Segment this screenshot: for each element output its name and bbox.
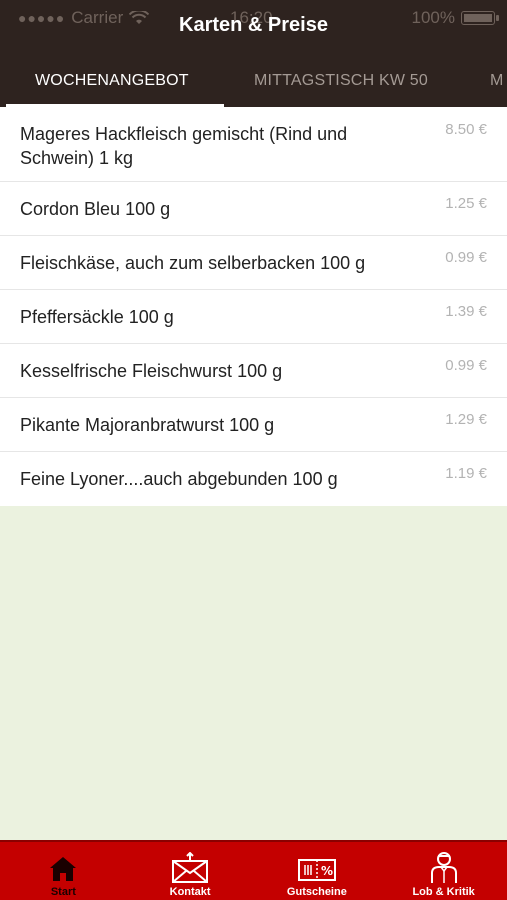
item-price: 1.29 € [445, 411, 487, 428]
list-item[interactable]: Mageres Hackfleisch gemischt (Rind und S… [0, 107, 507, 182]
price-list: Mageres Hackfleisch gemischt (Rind und S… [0, 107, 507, 506]
item-name: Kesselfrische Fleischwurst 100 g [20, 360, 283, 381]
item-price: 1.19 € [445, 465, 487, 482]
item-price: 0.99 € [445, 357, 487, 374]
tab-bar-top: WOCHENANGEBOT MITTAGSTISCH KW 50 M [0, 40, 507, 107]
list-item[interactable]: Kesselfrische Fleischwurst 100 g 0.99 € [0, 344, 507, 398]
item-name: Fleischkäse, auch zum selberbacken 100 g [20, 252, 366, 273]
house-icon [50, 857, 77, 881]
list-item[interactable]: Pfeffersäckle 100 g 1.39 € [0, 290, 507, 344]
tab-mittagstisch[interactable]: MITTAGSTISCH KW 50 [254, 40, 428, 107]
item-name: Pfeffersäckle 100 g [20, 306, 174, 327]
item-price: 8.50 € [445, 121, 487, 138]
item-price: 0.99 € [445, 249, 487, 266]
tabbar-gutscheine[interactable]: % Gutscheine [254, 842, 381, 900]
svg-text:%: % [321, 864, 333, 878]
tabbar-label: Lob & Kritik [412, 886, 475, 898]
waiter-icon [430, 852, 457, 883]
list-item[interactable]: Feine Lyoner....auch abgebunden 100 g 1.… [0, 452, 507, 506]
coupon-icon: % [297, 859, 336, 881]
page-title: Karten & Preise [179, 14, 328, 36]
tabbar-label: Start [50, 886, 76, 898]
list-item[interactable]: Pikante Majoranbratwurst 100 g 1.29 € [0, 398, 507, 452]
tab-wochenangebot[interactable]: WOCHENANGEBOT [35, 40, 189, 107]
tabbar-label: Kontakt [169, 886, 211, 898]
tab-more[interactable]: M [490, 40, 504, 107]
envelope-icon [172, 852, 209, 883]
tabbar-label: Gutscheine [286, 886, 347, 898]
tabbar-kontakt[interactable]: Kontakt [127, 842, 254, 900]
list-item[interactable]: Fleischkäse, auch zum selberbacken 100 g… [0, 236, 507, 290]
bottom-tab-bar: Start Kontakt % Gutscheine Lob & Kritik [0, 840, 507, 900]
tabbar-start[interactable]: Start [0, 842, 127, 900]
item-name: Cordon Bleu 100 g [20, 198, 171, 219]
item-name: Mageres Hackfleisch gemischt (Rind und S… [20, 124, 348, 168]
item-name: Feine Lyoner....auch abgebunden 100 g [20, 469, 338, 489]
item-price: 1.25 € [445, 195, 487, 212]
item-price: 1.39 € [445, 303, 487, 320]
list-item[interactable]: Cordon Bleu 100 g 1.25 € [0, 182, 507, 236]
item-name: Pikante Majoranbratwurst 100 g [20, 414, 275, 435]
tabbar-lob-kritik[interactable]: Lob & Kritik [380, 842, 507, 900]
